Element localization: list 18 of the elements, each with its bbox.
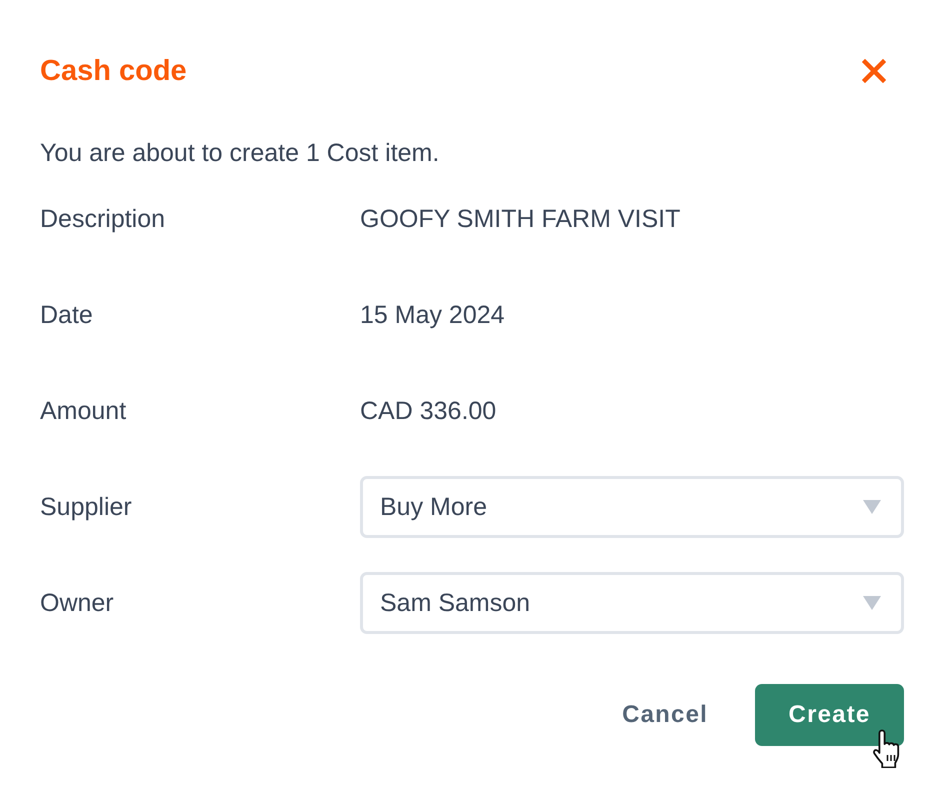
select-field[interactable]: Sam Samson: [360, 572, 904, 634]
field-label: Date: [40, 300, 93, 330]
field-value: CAD 336.00: [360, 396, 496, 426]
close-icon: [862, 59, 886, 83]
field-label: Supplier: [40, 492, 132, 522]
field-label: Owner: [40, 588, 114, 618]
field-label: Amount: [40, 396, 126, 426]
close-button[interactable]: [862, 59, 886, 83]
field-value: GOOFY SMITH FARM VISIT: [360, 204, 680, 234]
intro-text: You are about to create 1 Cost item.: [40, 138, 440, 168]
select-field[interactable]: Buy More: [360, 476, 904, 538]
create-button[interactable]: Create: [755, 684, 904, 746]
caret-icon: [863, 596, 881, 610]
dialog-title: Cash code: [40, 54, 187, 88]
caret-icon: [863, 500, 881, 514]
field-label: Description: [40, 204, 166, 234]
cancel-button[interactable]: Cancel: [608, 684, 722, 746]
field-value: 15 May 2024: [360, 300, 505, 330]
